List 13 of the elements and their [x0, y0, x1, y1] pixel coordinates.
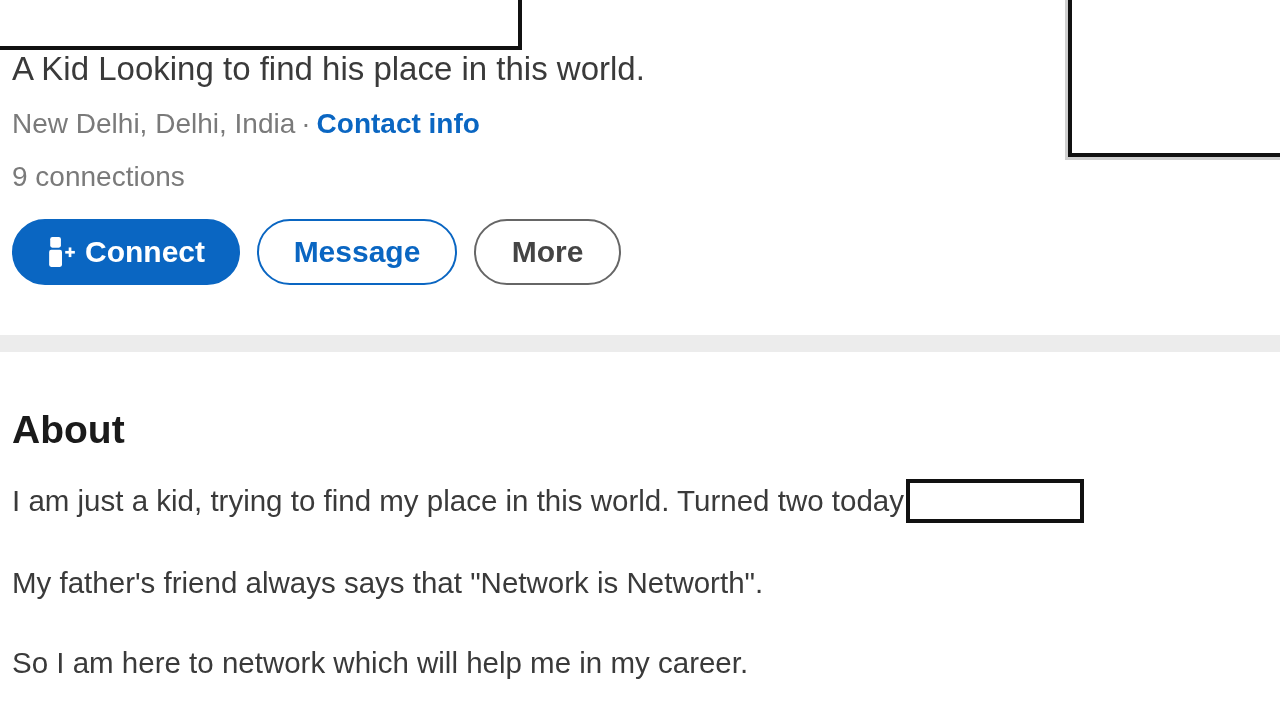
add-person-icon — [47, 237, 77, 267]
more-button[interactable]: More — [474, 219, 621, 285]
location-text: New Delhi, Delhi, India — [12, 107, 296, 141]
about-paragraph: I am just a kid, trying to find my place in this world. Turned two today — [12, 483, 904, 519]
about-paragraph: So I am here to network which will help me in my career. — [12, 645, 749, 681]
connections-count: 9 connections — [12, 160, 186, 194]
message-button[interactable]: Message — [257, 219, 457, 285]
profile-headline: A Kid Looking to find his place in this world. — [12, 50, 646, 88]
section-title: About — [12, 407, 126, 453]
contact-info-link[interactable]: Contact info — [316, 107, 480, 141]
about-paragraph: My father's friend always says that "Network is Networth". — [12, 565, 764, 601]
separator-dot: · — [301, 107, 311, 141]
connect-button[interactable]: Connect — [12, 219, 240, 285]
